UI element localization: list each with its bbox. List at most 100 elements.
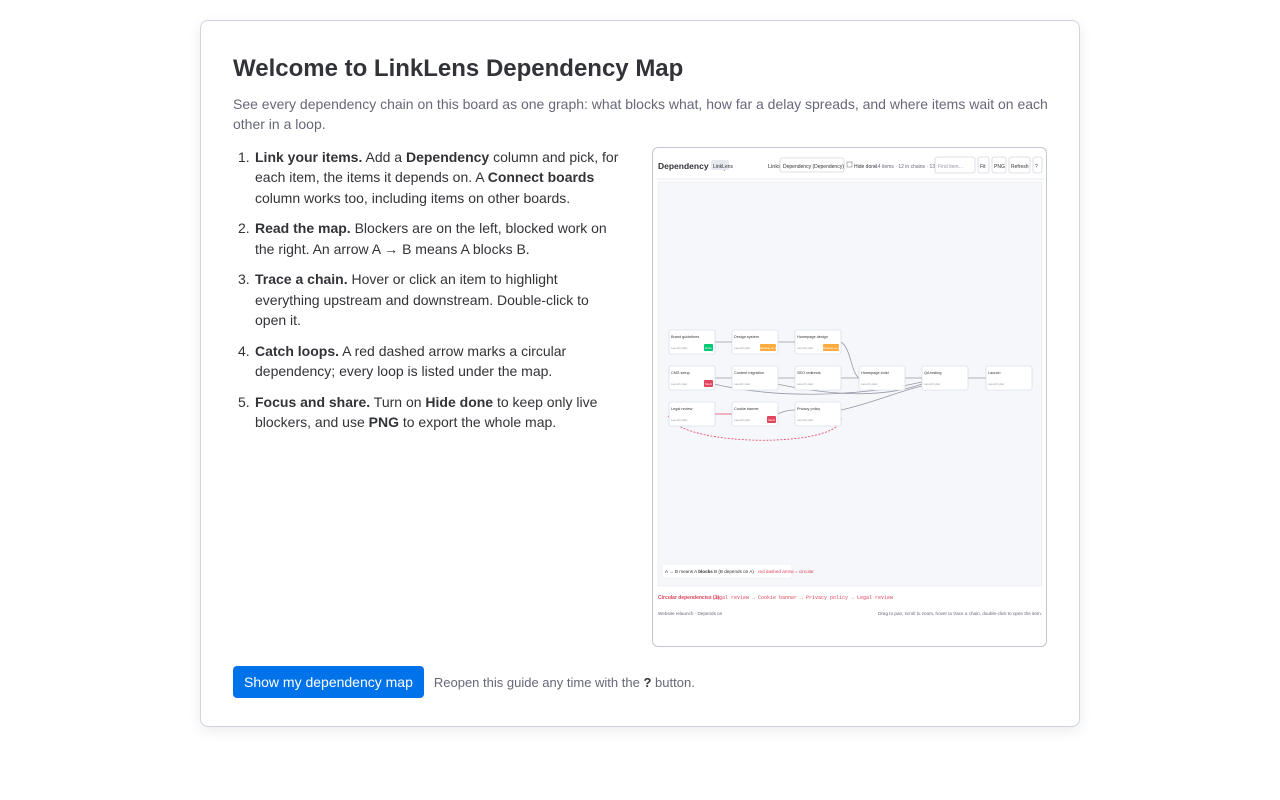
preview-node-name: Legal review xyxy=(671,407,693,411)
map-preview-svg: Dependency map LinkLens Links Dependency… xyxy=(657,156,1044,616)
preview-node: Design system Launch plan Working on it xyxy=(731,329,779,355)
preview-node: Homepage build Launch plan xyxy=(858,365,906,391)
preview-node: Brand guidelines Launch plan Done xyxy=(668,329,716,355)
preview-node-group: Launch plan xyxy=(924,382,941,386)
preview-node-name: Design system xyxy=(734,335,759,339)
step-number: 1. xyxy=(238,149,250,165)
preview-badge: LinkLens xyxy=(713,164,734,170)
preview-node-group: Launch plan xyxy=(797,382,814,386)
step-number: 2. xyxy=(238,220,250,237)
hint-text: button. xyxy=(655,674,695,690)
preview-node-group: Launch plan xyxy=(671,418,688,422)
preview-node: CMS setup Launch plan Stuck xyxy=(668,365,716,391)
preview-node-status-label: Stuck xyxy=(705,382,713,386)
preview-node-group: Launch plan xyxy=(797,346,814,350)
preview-node-group: Launch plan xyxy=(734,346,751,350)
preview-node: SEO redirects Launch plan xyxy=(794,365,842,391)
step-2: 2. Read the map. Blockers are on the left… xyxy=(233,218,623,259)
legend-part: red dashed arrow = circular xyxy=(758,569,814,574)
preview-circular-label: Circular dependencies (1): xyxy=(658,595,721,601)
preview-node-box xyxy=(921,365,969,391)
preview-footer-left: Website relaunch · Depends on xyxy=(658,611,723,616)
preview-node-group: Launch plan xyxy=(671,382,688,386)
preview-node-status-label: Stuck xyxy=(768,418,776,422)
preview-node-name: Homepage build xyxy=(861,371,889,375)
preview-node-group: Launch plan xyxy=(797,418,814,422)
step-keyword: Dependency xyxy=(405,149,490,165)
legend-part: A → B means A xyxy=(665,569,698,574)
dialog-subtitle: See every dependency chain on this board… xyxy=(233,96,1048,132)
preview-node-status-label: Working on it xyxy=(760,346,776,350)
preview-circular-chain: Legal review → Cookie banner → Privacy p… xyxy=(713,595,893,601)
step-keyword: Connect boards xyxy=(487,169,595,186)
step-4: 4. Catch loops. A red dashed arrow marks … xyxy=(233,341,623,382)
welcome-dialog: Welcome to LinkLens Dependency Map See e… xyxy=(200,20,1080,727)
preview-node-box xyxy=(668,401,716,427)
preview-node-box xyxy=(794,365,842,391)
preview-help: ? xyxy=(1035,164,1038,170)
hint-text: Reopen this guide any time with the xyxy=(433,674,640,690)
step-heading: Catch loops. xyxy=(255,342,340,359)
preview-node-box xyxy=(858,365,906,391)
legend-part: blocks xyxy=(698,569,713,574)
preview-node-box xyxy=(985,365,1033,391)
step-heading: Trace a chain. xyxy=(255,271,348,288)
preview-refresh: Refresh xyxy=(1011,164,1029,170)
legend-part: B (B depends on A) · xyxy=(714,569,757,574)
preview-node: Content migration Launch plan xyxy=(731,365,779,391)
step-heading: Link your items. xyxy=(255,149,363,165)
preview-node-box xyxy=(731,365,779,391)
preview-footer-right: Drag to pan, scroll to zoom, hover to tr… xyxy=(878,611,1042,616)
preview-links-select-text: Dependency (Dependency) xyxy=(783,164,844,170)
preview-hide-done-checkbox xyxy=(846,161,853,168)
step-text: Add a xyxy=(362,149,406,165)
preview-node: QA testing Launch plan xyxy=(921,365,969,391)
show-map-button[interactable]: Show my dependency map xyxy=(233,666,424,698)
preview-node-status-label: Working on it xyxy=(823,346,839,350)
preview-node: Privacy policy Launch plan xyxy=(794,401,842,427)
step-text: Turn on xyxy=(370,393,426,410)
dialog-body: 1. Link your items. Add a Dependency colu… xyxy=(233,147,1049,647)
preview-legend-text: A → B means A blocks B (B depends on A) … xyxy=(665,569,814,574)
footer-hint: Reopen this guide any time with the ? bu… xyxy=(434,675,695,690)
step-number: 4. xyxy=(238,342,250,359)
map-preview-image: Dependency map LinkLens Links Dependency… xyxy=(652,147,1047,647)
preview-node-name: Privacy policy xyxy=(797,407,820,411)
hint-key: ? xyxy=(643,674,652,690)
preview-node-name: Launch xyxy=(988,371,1000,375)
preview-fit: Fit xyxy=(980,164,986,170)
preview-node-group: Launch plan xyxy=(734,418,751,422)
preview-node: Launch Launch plan xyxy=(985,365,1033,391)
preview-find-placeholder: Find item… xyxy=(938,164,964,170)
preview-node: Homepage design Launch plan Working on it xyxy=(794,329,842,355)
preview-node-name: Content migration xyxy=(734,371,764,375)
preview-node-name: Brand guidelines xyxy=(671,335,699,339)
preview-node-group: Launch plan xyxy=(671,346,688,350)
step-number: 5. xyxy=(238,393,250,410)
preview-node-name: SEO redirects xyxy=(797,371,821,375)
step-text: to export the whole map. xyxy=(398,414,557,431)
step-number: 3. xyxy=(238,271,250,288)
step-heading: Focus and share. xyxy=(255,393,371,410)
steps-list: 1. Link your items. Add a Dependency colu… xyxy=(233,147,623,443)
step-text: column works too, including items on oth… xyxy=(255,189,571,206)
preview-png: PNG xyxy=(994,164,1005,170)
step-keyword: PNG xyxy=(368,414,399,431)
preview-hide-done: Hide done xyxy=(854,164,877,170)
preview-node-name: QA testing xyxy=(924,371,942,375)
step-keyword: Hide done xyxy=(425,393,494,410)
dialog-title: Welcome to LinkLens Dependency Map xyxy=(233,55,684,82)
step-heading: Read the map. xyxy=(255,220,351,237)
dialog-footer: Show my dependency map Reopen this guide… xyxy=(233,666,695,698)
preview-links-label: Links xyxy=(768,164,781,170)
preview-node-box xyxy=(794,401,842,427)
step-5: 5. Focus and share. Turn on Hide done to … xyxy=(233,392,623,433)
preview-node-name: Homepage design xyxy=(797,335,828,339)
preview-node-group: Launch plan xyxy=(861,382,878,386)
preview-node-status-label: Done xyxy=(705,346,712,350)
step-1: 1. Link your items. Add a Dependency colu… xyxy=(233,147,623,208)
preview-node-name: Cookie banner xyxy=(734,407,759,411)
preview-node: Cookie banner Launch plan Stuck xyxy=(731,401,779,427)
preview-node-group: Launch plan xyxy=(988,382,1005,386)
preview-node: Legal review Launch plan xyxy=(668,401,716,427)
